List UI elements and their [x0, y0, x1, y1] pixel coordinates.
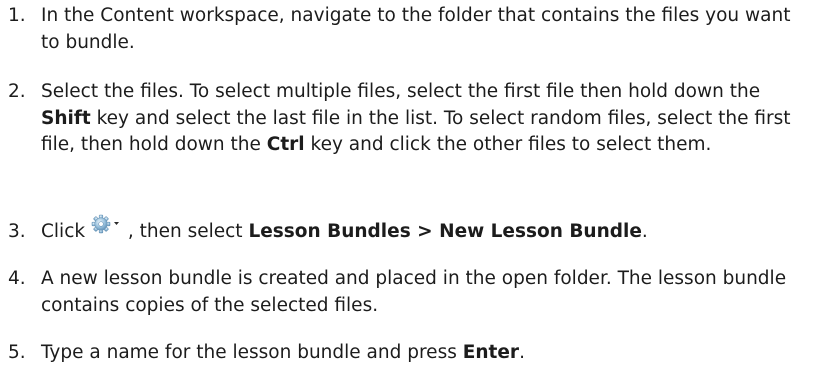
- step-text: Click , then select Lesson Bundles > New…: [41, 214, 811, 246]
- step-text: A new lesson bundle is created and place…: [41, 266, 811, 319]
- key-enter: Enter: [462, 342, 520, 363]
- step-number: 2.: [8, 81, 26, 102]
- step-text-part: Type a name for the lesson bundle and pr…: [41, 342, 463, 363]
- gear-icon: [91, 214, 119, 234]
- step-text-part: Click: [41, 221, 91, 242]
- chevron-down-icon: [113, 222, 119, 225]
- step-text: Select the files. To select multiple fil…: [41, 79, 811, 159]
- gear-dropdown-icon: [91, 214, 122, 239]
- key-ctrl: Ctrl: [266, 134, 305, 155]
- menu-path: Lesson Bundles > New Lesson Bundle: [248, 221, 642, 242]
- step-text-part: A new lesson bundle is created and place…: [41, 268, 787, 316]
- step-text-part: Select the files. To select multiple fil…: [41, 81, 761, 102]
- step-text-part: , then select: [121, 221, 249, 242]
- step-text-part: .: [641, 221, 648, 242]
- step-text-part: In the Content workspace, navigate to th…: [41, 5, 791, 53]
- step-number: 5.: [8, 342, 26, 363]
- key-shift: Shift: [41, 107, 91, 129]
- step-number: 4.: [8, 268, 26, 289]
- step-text-part: key and click the other files to select …: [304, 134, 712, 155]
- step-text: In the Content workspace, navigate to th…: [41, 3, 811, 56]
- step-text-part: .: [519, 342, 525, 363]
- step-number: 3.: [8, 221, 26, 242]
- step-text: Type a name for the lesson bundle and pr…: [41, 340, 811, 367]
- step-number: 1.: [8, 5, 26, 26]
